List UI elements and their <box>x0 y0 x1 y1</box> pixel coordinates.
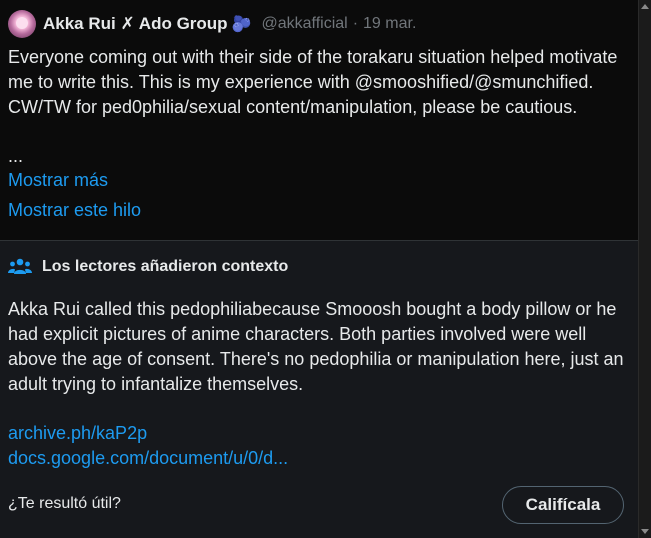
community-note-title: Los lectores añadieron contexto <box>42 258 289 275</box>
show-thread-link[interactable]: Mostrar este hilo <box>8 200 141 221</box>
scroll-up-arrow-icon[interactable] <box>641 4 649 9</box>
source-link-google-docs[interactable]: docs.google.com/document/u/0/d... <box>8 448 288 469</box>
user-handle[interactable]: @akkafficial <box>262 15 348 33</box>
vertical-scrollbar[interactable] <box>638 0 651 538</box>
user-avatar[interactable] <box>8 10 36 38</box>
tweet-card[interactable]: Akka Rui ✗ Ado Group 🫐 @akkafficial · 19… <box>0 0 638 240</box>
people-icon <box>8 258 32 274</box>
show-more-link[interactable]: Mostrar más <box>8 170 108 191</box>
source-link-archive[interactable]: archive.ph/kaP2p <box>8 423 147 444</box>
scroll-down-arrow-icon[interactable] <box>641 529 649 534</box>
tweet-header: Akka Rui ✗ Ado Group 🫐 @akkafficial · 19… <box>43 12 416 36</box>
community-note: Los lectores añadieron contexto Akka Rui… <box>0 240 638 538</box>
rate-note-button[interactable]: Califícala <box>502 486 624 524</box>
blueberry-emoji-icon: 🫐 <box>231 16 252 33</box>
community-note-text: Akka Rui called this pedophiliabecause S… <box>8 299 624 394</box>
tweet-timestamp[interactable]: 19 mar. <box>363 15 416 33</box>
display-name[interactable]: Akka Rui ✗ Ado Group <box>43 14 228 34</box>
helpful-question: ¿Te resultó útil? <box>8 495 121 512</box>
truncation-ellipsis: ... <box>8 146 24 166</box>
separator-dot: · <box>352 15 359 32</box>
community-note-header: Los lectores añadieron contexto <box>8 257 288 277</box>
tweet-text: Everyone coming out with their side of t… <box>8 47 618 117</box>
